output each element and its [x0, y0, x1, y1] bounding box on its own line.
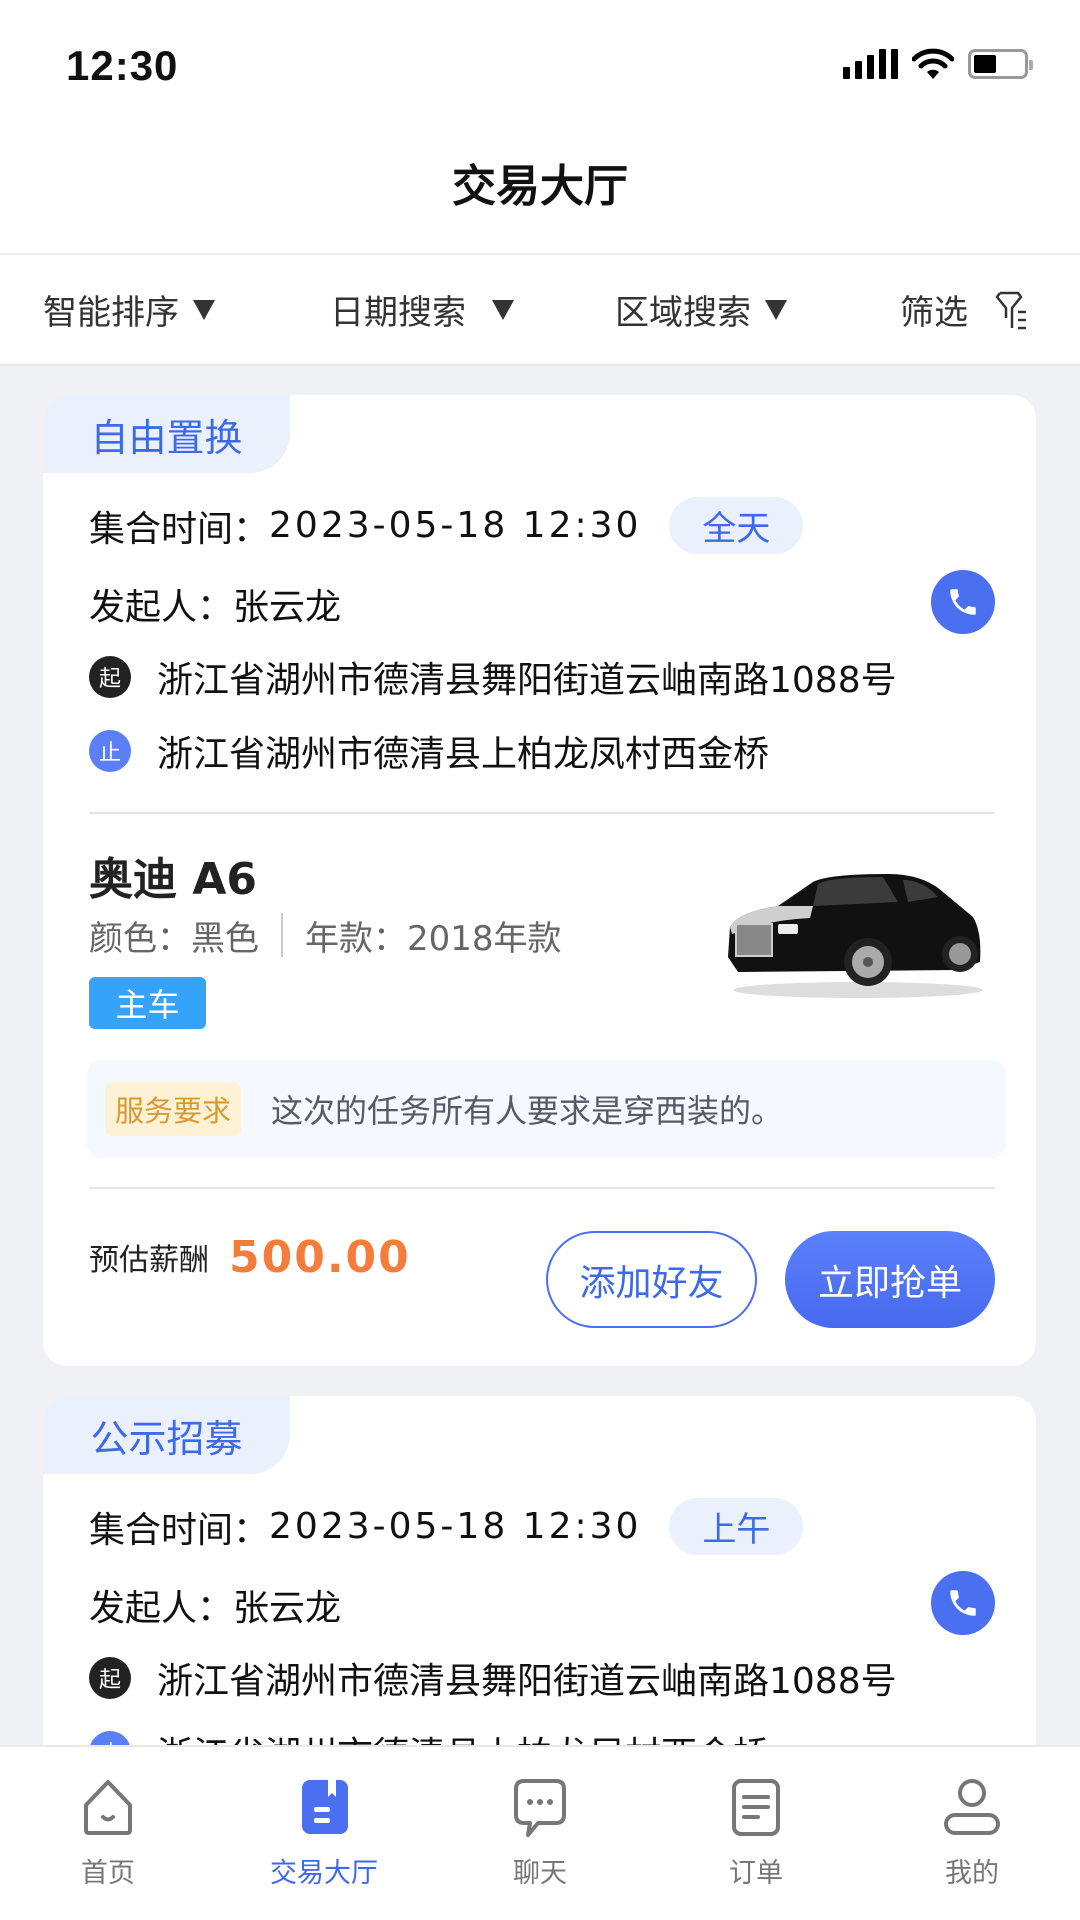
car-name: 奥迪 A6 — [89, 854, 257, 905]
wifi-icon — [912, 48, 954, 79]
salary-row: 预估薪酬 500.00 — [89, 1227, 411, 1287]
filter-button[interactable]: 筛选 — [900, 255, 1032, 364]
salary-label: 预估薪酬 — [89, 1243, 209, 1278]
requirement-text: 这次的任务所有人要求是穿西装的。 — [271, 1092, 784, 1130]
start-address-row: 起 浙江省湖州市德清县舞阳街道云岫南路1088号 — [89, 1652, 897, 1704]
initiator-label: 发起人： — [89, 587, 234, 628]
call-button[interactable] — [931, 1571, 995, 1635]
tab-label: 聊天 — [513, 1858, 567, 1889]
order-type-tag: 自由置换 — [43, 395, 290, 473]
triangle-down-icon — [765, 299, 787, 320]
phone-icon — [950, 1590, 976, 1616]
status-bar: 12:30 — [0, 0, 1080, 120]
tab-label: 我的 — [945, 1858, 999, 1889]
car-image — [728, 874, 983, 998]
order-icon — [732, 1779, 780, 1836]
order-type-tag: 公示招募 — [43, 1396, 290, 1474]
meta-separator — [281, 913, 283, 957]
meet-time-label: 集合时间： — [89, 1509, 270, 1551]
tab-label: 交易大厅 — [270, 1858, 378, 1889]
filter-smart-sort[interactable]: 智能排序 — [43, 255, 215, 364]
signal-icon — [843, 49, 898, 79]
chat-icon — [514, 1779, 566, 1837]
order-card[interactable]: 公示招募 集合时间： 2023-05-18 12:30 上午 发起人： 张云龙 … — [43, 1396, 1036, 1796]
end-address: 浙江省湖州市德清县上柏龙凤村西金桥 — [157, 734, 770, 775]
filter-funnel-icon — [995, 291, 1026, 329]
end-address-row: 止 浙江省湖州市德清县上柏龙凤村西金桥 — [89, 725, 769, 777]
trading-hall-icon — [302, 1780, 348, 1834]
start-address: 浙江省湖州市德清县舞阳街道云岫南路1088号 — [157, 1661, 897, 1702]
initiator-name: 张云龙 — [233, 1588, 342, 1629]
status-time: 12:30 — [66, 42, 179, 89]
meet-time-label: 集合时间： — [89, 508, 270, 550]
initiator-label: 发起人： — [89, 1588, 234, 1629]
add-friend-button[interactable]: 添加好友 — [546, 1231, 757, 1328]
end-badge: 止 — [89, 730, 131, 772]
home-icon — [84, 1780, 132, 1835]
year-value: 2018年款 — [407, 918, 562, 959]
period-badge: 上午 — [669, 1498, 804, 1555]
requirement-tag: 服务要求 — [105, 1082, 242, 1136]
tab-chat[interactable]: 聊天 — [432, 1747, 648, 1920]
status-icons — [843, 48, 1033, 80]
meet-time-value: 2023-05-18 12:30 — [269, 505, 642, 546]
divider — [89, 1187, 995, 1189]
call-button[interactable] — [931, 570, 995, 634]
start-address: 浙江省湖州市德清县舞阳街道云岫南路1088号 — [157, 660, 897, 701]
meet-time-row: 集合时间： 2023-05-18 12:30 全天 — [89, 497, 804, 554]
filter-label: 筛选 — [900, 293, 968, 333]
period-badge: 全天 — [669, 497, 804, 554]
filter-date-search[interactable]: 日期搜索 — [330, 255, 514, 364]
service-requirement-box: 服务要求 这次的任务所有人要求是穿西装的。 — [87, 1060, 1006, 1158]
page-title: 交易大厅 — [452, 160, 628, 212]
color-value: 黑色 — [191, 918, 259, 959]
tab-profile[interactable]: 我的 — [864, 1747, 1080, 1920]
year-label: 年款： — [305, 918, 407, 959]
filter-bar: 智能排序 日期搜索 区域搜索 筛选 — [0, 253, 1080, 366]
divider — [89, 812, 995, 814]
tab-orders[interactable]: 订单 — [648, 1747, 864, 1920]
battery-icon — [968, 49, 1033, 79]
initiator-name: 张云龙 — [233, 587, 342, 628]
meet-time-row: 集合时间： 2023-05-18 12:30 上午 — [89, 1498, 804, 1555]
filter-area-search[interactable]: 区域搜索 — [615, 255, 787, 364]
grab-order-button[interactable]: 立即抢单 — [785, 1231, 995, 1328]
car-meta: 颜色： 黑色 年款： 2018年款 — [89, 910, 562, 960]
nav-header: 交易大厅 — [0, 120, 1080, 253]
profile-icon — [944, 1779, 1000, 1835]
salary-value: 500.00 — [229, 1231, 411, 1283]
start-badge: 起 — [89, 1657, 131, 1699]
initiator-row: 发起人： 张云龙 — [89, 1580, 341, 1630]
initiator-row: 发起人： 张云龙 — [89, 579, 341, 629]
tab-trading-hall[interactable]: 交易大厅 — [216, 1747, 432, 1920]
triangle-down-icon — [193, 299, 215, 320]
filter-label: 智能排序 — [43, 293, 179, 333]
tab-home[interactable]: 首页 — [0, 1747, 216, 1920]
start-address-row: 起 浙江省湖州市德清县舞阳街道云岫南路1088号 — [89, 651, 897, 703]
bottom-tab-bar: 首页 交易大厅 聊天 订单 我的 — [0, 1745, 1080, 1920]
order-card[interactable]: 自由置换 集合时间： 2023-05-18 12:30 全天 发起人： 张云龙 … — [43, 395, 1036, 1366]
color-label: 颜色： — [89, 918, 191, 959]
phone-icon — [950, 589, 976, 615]
filter-label: 日期搜索 — [330, 293, 466, 333]
tab-label: 首页 — [81, 1858, 135, 1889]
tab-label: 订单 — [729, 1858, 783, 1889]
start-badge: 起 — [89, 656, 131, 698]
car-role-tag: 主车 — [89, 977, 206, 1029]
meet-time-value: 2023-05-18 12:30 — [269, 1506, 642, 1547]
triangle-down-icon — [492, 299, 514, 320]
filter-label: 区域搜索 — [615, 293, 751, 333]
